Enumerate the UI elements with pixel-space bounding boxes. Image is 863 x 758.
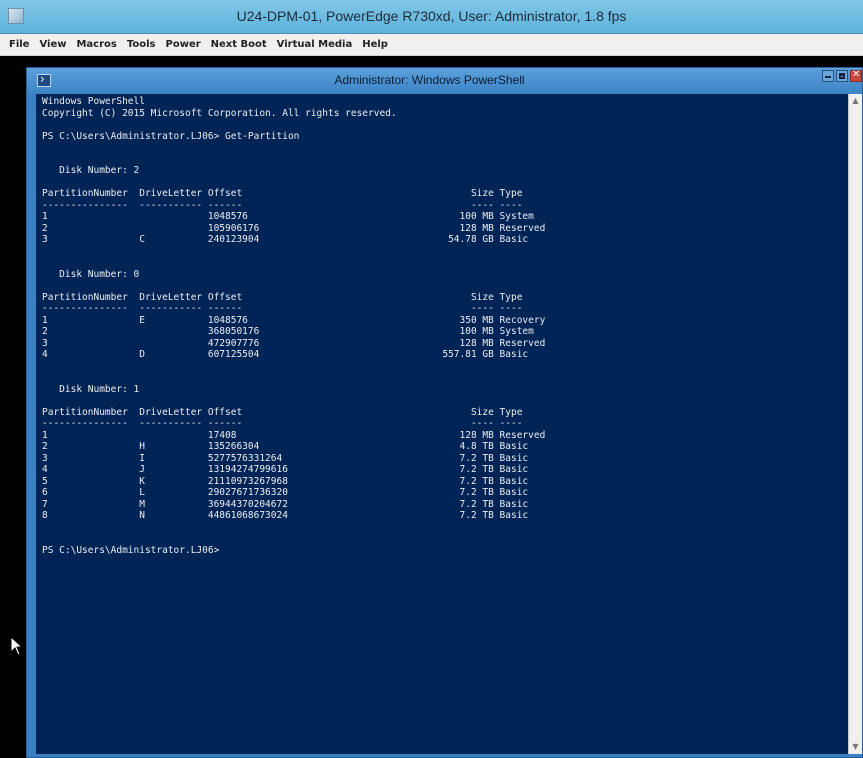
console-line: 5 K 21110973267968 7.2 TB Basic (42, 475, 529, 487)
console-line: Disk Number: 1 (42, 383, 140, 395)
vertical-scrollbar[interactable]: ▲ ▼ (848, 94, 862, 754)
console-line: 1 E 1048576 350 MB Recovery (42, 314, 546, 326)
maximize-icon[interactable] (836, 70, 848, 82)
console-line: PS C:\Users\Administrator.LJ06> Get-Part… (42, 130, 300, 142)
console-line: 6 L 29027671736320 7.2 TB Basic (42, 487, 529, 498)
menu-macros[interactable]: Macros (71, 39, 121, 50)
console-line: 3 C 240123904 54.78 GB Basic (42, 234, 529, 245)
console-line: 8 N 44861068673024 7.2 TB Basic (42, 510, 529, 521)
console-line: --------------- ----------- ------ ---- … (42, 418, 523, 429)
console-line: 7 M 36944370204672 7.2 TB Basic (42, 498, 529, 510)
menu-tools[interactable]: Tools (122, 39, 161, 50)
kvm-menubar: File View Macros Tools Power Next Boot Virtual… (0, 34, 863, 56)
console-area[interactable]: Windows PowerShell Copyright (C) 2015 Mic… (36, 94, 854, 754)
console-line: 1 1048576 100 MB System (42, 211, 534, 222)
kvm-titlebar: U24-DPM-01, PowerEdge R730xd, User: Admi… (0, 0, 863, 34)
console-line: 3 472907776 128 MB Reserved (42, 337, 546, 349)
close-icon[interactable] (850, 69, 862, 82)
console-line: PartitionNumber DriveLetter Offset Size … (42, 406, 523, 418)
console-line: Windows PowerShell (42, 96, 145, 107)
console-line: 2 H 135266304 4.8 TB Basic (42, 441, 529, 452)
menu-next-boot[interactable]: Next Boot (206, 39, 272, 50)
console-output: Windows PowerShell Copyright (C) 2015 Mic… (42, 96, 545, 556)
powershell-window: Administrator: Windows PowerShell Window… (26, 67, 863, 758)
console-line: Disk Number: 2 (42, 165, 140, 176)
console-line: PS C:\Users\Administrator.LJ06> (42, 544, 220, 556)
console-line: 1 17408 128 MB Reserved (42, 429, 546, 441)
powershell-window-title: Administrator: Windows PowerShell (334, 73, 525, 87)
powershell-titlebar[interactable]: Administrator: Windows PowerShell (27, 68, 862, 94)
menu-file[interactable]: File (4, 39, 34, 50)
mouse-cursor-icon (10, 636, 24, 656)
console-line: --------------- ----------- ------ ---- … (42, 303, 523, 314)
scroll-up-icon[interactable]: ▲ (849, 94, 862, 108)
kvm-window-title: U24-DPM-01, PowerEdge R730xd, User: Admi… (236, 8, 627, 24)
menu-view[interactable]: View (34, 39, 71, 50)
scroll-down-icon[interactable]: ▼ (849, 740, 862, 754)
menu-virtual-media[interactable]: Virtual Media (272, 39, 358, 50)
minimize-icon[interactable] (822, 70, 834, 82)
console-line: PartitionNumber DriveLetter Offset Size … (42, 291, 523, 303)
console-line: PartitionNumber DriveLetter Offset Size … (42, 188, 523, 199)
window-controls (822, 69, 862, 82)
console-line: 2 368050176 100 MB System (42, 326, 534, 337)
console-line: 4 D 607125504 557.81 GB Basic (42, 349, 529, 360)
console-line: Disk Number: 0 (42, 268, 140, 280)
console-line: Copyright (C) 2015 Microsoft Corporation… (42, 107, 397, 119)
menu-help[interactable]: Help (357, 39, 393, 50)
console-line: --------------- ----------- ------ ---- … (42, 199, 523, 211)
menu-power[interactable]: Power (161, 39, 206, 50)
console-line: 4 J 13194274799616 7.2 TB Basic (42, 464, 529, 475)
console-line: 3 I 5277576331264 7.2 TB Basic (42, 452, 529, 464)
console-line: 2 105906176 128 MB Reserved (42, 222, 546, 234)
